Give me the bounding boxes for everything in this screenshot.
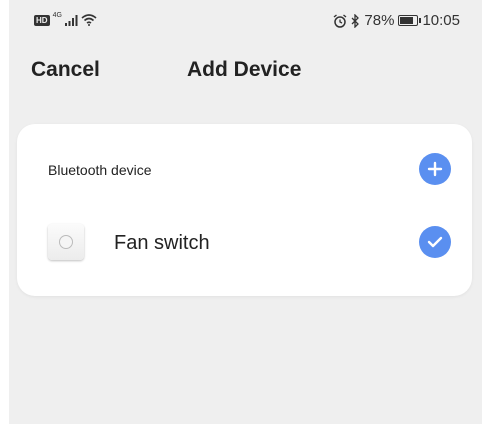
cancel-button[interactable]: Cancel <box>31 58 100 82</box>
section-label: Bluetooth device <box>48 162 152 178</box>
clock: 10:05 <box>422 12 460 29</box>
device-card: Bluetooth device Fan switch <box>17 124 472 296</box>
status-right: 78% 10:05 <box>333 12 460 29</box>
status-left: HD 4G <box>34 11 97 26</box>
selected-check[interactable] <box>419 226 451 258</box>
add-device-button[interactable] <box>419 153 451 185</box>
network-type: 4G <box>52 11 62 19</box>
plus-icon <box>427 161 443 177</box>
check-icon <box>427 236 443 248</box>
signal-icon <box>64 14 78 26</box>
app-screen: HD 4G 78% 10:05 Cancel Add Device Blueto… <box>9 0 482 424</box>
status-bar: HD 4G 78% 10:05 <box>9 0 482 40</box>
battery-percent: 78% <box>364 12 395 29</box>
device-name: Fan switch <box>114 232 210 254</box>
alarm-icon <box>333 13 347 28</box>
device-row-fan-switch[interactable]: Fan switch <box>17 222 472 266</box>
wifi-icon <box>81 14 97 26</box>
page-title: Add Device <box>187 58 302 81</box>
battery-fill <box>400 17 413 24</box>
hd-badge: HD <box>34 14 50 26</box>
header: Cancel Add Device <box>9 48 482 88</box>
knob-shape <box>59 235 73 249</box>
battery-icon <box>398 15 422 26</box>
bluetooth-icon <box>351 13 360 28</box>
device-knob-icon <box>48 224 84 260</box>
